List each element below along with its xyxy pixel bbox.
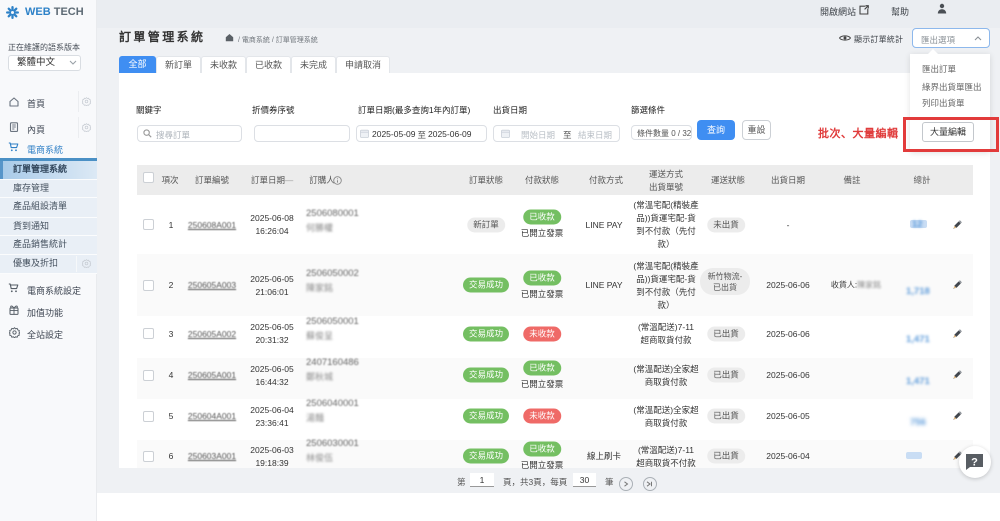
svg-text:?: ? (971, 457, 978, 469)
